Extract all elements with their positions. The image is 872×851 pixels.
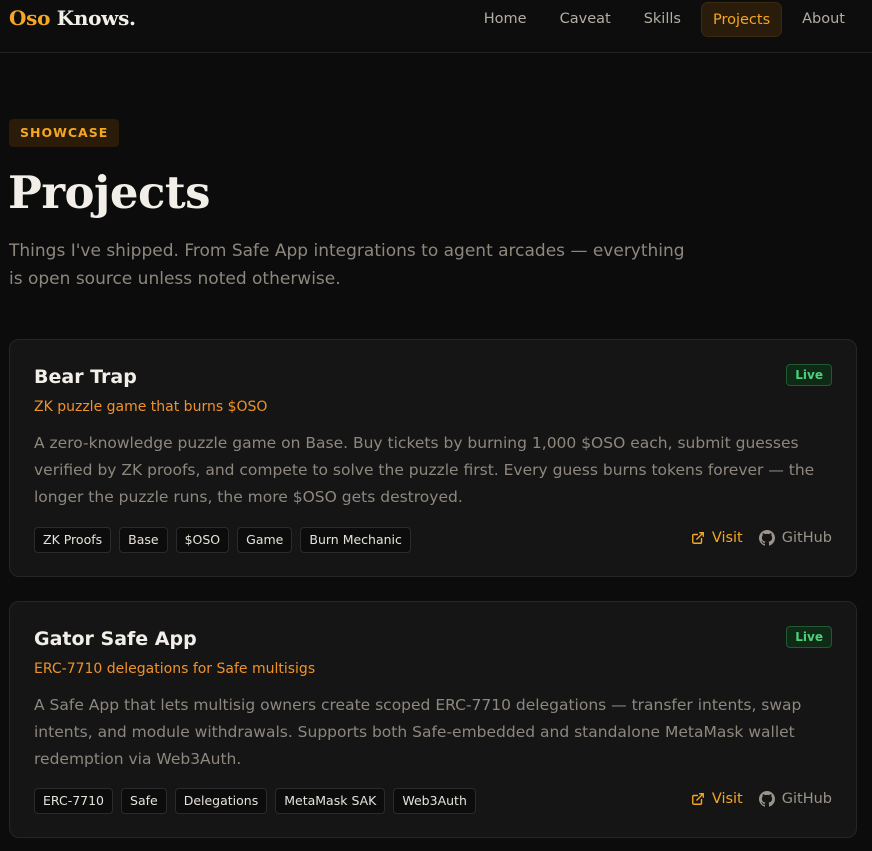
tag: Delegations xyxy=(174,788,268,814)
visit-label: Visit xyxy=(711,791,743,807)
nav-home[interactable]: Home xyxy=(471,2,540,37)
tag: Base xyxy=(119,527,168,553)
tag: Web3Auth xyxy=(393,788,476,814)
nav-about[interactable]: About xyxy=(789,2,858,37)
tag-list: ZK Proofs Base $OSO Game Burn Mechanic xyxy=(34,527,411,553)
github-icon xyxy=(758,791,775,807)
github-icon xyxy=(758,530,775,546)
github-link[interactable]: GitHub xyxy=(758,791,832,807)
tag: ZK Proofs xyxy=(34,527,112,553)
project-card-bear-trap: Bear Trap Live ZK puzzle game that burns… xyxy=(9,339,857,577)
visit-link[interactable]: Visit xyxy=(691,791,743,807)
project-card-gator-safe-app: Gator Safe App Live ERC-7710 delegations… xyxy=(9,601,857,838)
status-badge: Live xyxy=(786,364,832,386)
github-label: GitHub xyxy=(781,530,832,546)
page-lede: Things I've shipped. From Safe App integ… xyxy=(9,241,685,289)
top-nav: Oso Knows. Home Caveat Skills Projects A… xyxy=(0,0,872,53)
project-subtitle: ZK puzzle game that burns $OSO xyxy=(34,399,268,415)
project-subtitle: ERC-7710 delegations for Safe multisigs xyxy=(34,661,316,677)
github-link[interactable]: GitHub xyxy=(758,530,832,546)
project-description: A zero-knowledge puzzle game on Base. Bu… xyxy=(34,434,815,506)
page-title: Projects xyxy=(8,166,211,219)
tag: ERC-7710 xyxy=(34,788,114,814)
project-title: Gator Safe App xyxy=(34,628,197,650)
project-title: Bear Trap xyxy=(34,366,137,388)
nav-skills[interactable]: Skills xyxy=(631,2,694,37)
project-links: Visit GitHub xyxy=(691,791,832,807)
showcase-badge: SHOWCASE xyxy=(9,119,120,147)
tag: MetaMask SAK xyxy=(275,788,386,814)
github-label: GitHub xyxy=(781,791,832,807)
visit-label: Visit xyxy=(711,530,743,546)
logo-knows: Knows. xyxy=(56,6,136,30)
site-logo[interactable]: Oso Knows. xyxy=(9,6,136,30)
tag: Safe xyxy=(121,788,167,814)
tag: Burn Mechanic xyxy=(300,527,411,553)
logo-oso: Oso xyxy=(9,6,51,30)
project-links: Visit GitHub xyxy=(691,530,832,546)
nav-projects[interactable]: Projects xyxy=(700,2,783,37)
nav-links: Home Caveat Skills Projects About xyxy=(471,2,858,37)
external-link-icon xyxy=(691,532,704,544)
tag-list: ERC-7710 Safe Delegations MetaMask SAK W… xyxy=(34,788,476,814)
visit-link[interactable]: Visit xyxy=(691,530,743,546)
status-badge: Live xyxy=(786,626,832,648)
nav-caveat[interactable]: Caveat xyxy=(547,2,624,37)
tag: Game xyxy=(237,527,293,553)
tag: $OSO xyxy=(175,527,230,553)
external-link-icon xyxy=(691,793,704,805)
project-description: A Safe App that lets multisig owners cre… xyxy=(34,696,802,768)
